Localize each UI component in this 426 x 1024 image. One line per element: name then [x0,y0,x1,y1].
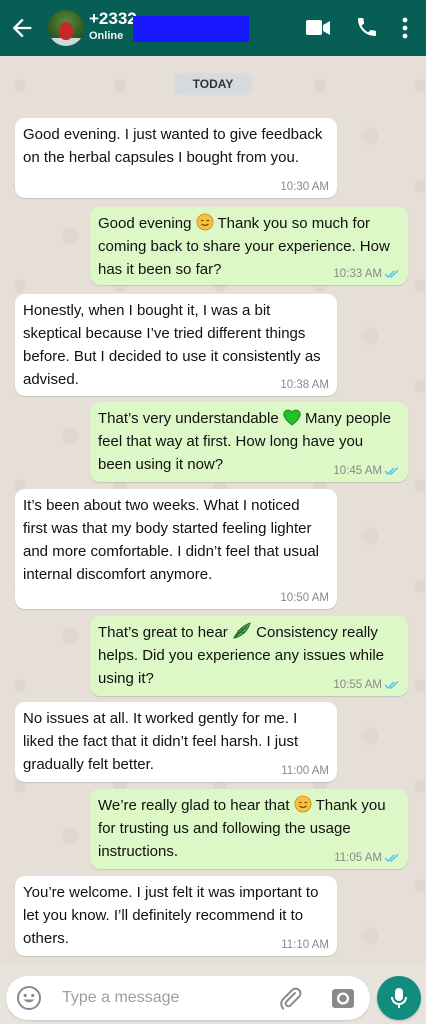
message-time: 10:30 AM [280,181,329,193]
phone-call-icon[interactable] [355,15,379,39]
message-input[interactable] [62,985,252,1011]
message-composer [6,976,370,1020]
message-time: 11:10 AM [281,939,329,951]
message-time: 10:50 AM [280,592,329,604]
mic-button[interactable] [377,976,421,1020]
message-time: 11:05 AM [334,852,382,864]
message-text: It’s been about two weeks. What I notice… [23,497,320,583]
redaction-box [133,16,249,42]
message-incoming[interactable]: It’s been about two weeks. What I notice… [15,489,337,609]
herb-icon [233,622,251,639]
contact-name: +2332 [89,9,137,28]
message-text: You’re welcome. I just felt it was impor… [23,884,319,947]
message-time: 10:38 AM [280,379,329,391]
smiling-face-icon [196,213,213,231]
chat-area[interactable]: TODAY Good evening. I just wanted to giv… [0,56,426,964]
message-incoming[interactable]: You’re welcome. I just felt it was impor… [15,876,337,956]
read-receipt-icon [384,680,399,690]
contact-info[interactable]: +2332 Online [89,9,137,43]
message-outgoing[interactable]: We’re really glad to hear that Thank you… [90,789,408,869]
camera-icon[interactable] [330,985,356,1011]
message-time: 10:45 AM [333,465,382,477]
message-outgoing[interactable]: That’s very understandable Many people f… [90,402,408,482]
message-text: We’re really glad to hear that [98,797,290,814]
message-time: 11:00 AM [281,765,329,777]
date-chip: TODAY [174,73,252,95]
green-heart-icon [283,409,301,426]
message-incoming[interactable]: Honestly, when I bought it, I was a bit … [15,294,337,396]
back-arrow-icon[interactable] [8,14,36,42]
microphone-icon [391,988,407,1008]
avatar[interactable] [48,10,84,46]
read-receipt-icon [384,466,399,476]
more-options-icon[interactable] [401,16,409,40]
smiling-face-icon [294,795,312,813]
message-incoming[interactable]: No issues at all. It worked gently for m… [15,702,337,782]
message-text: Good evening [98,215,192,232]
message-text: No issues at all. It worked gently for m… [23,710,299,773]
message-time: 10:55 AM [333,679,382,691]
message-text: That’s great to hear [98,624,228,641]
video-call-icon[interactable] [305,17,331,39]
read-receipt-icon [384,853,399,863]
message-time: 10:33 AM [333,268,382,280]
message-incoming[interactable]: Good evening. I just wanted to give feed… [15,118,337,198]
attach-icon[interactable] [276,984,304,1012]
chat-header: +2332 Online [0,0,426,56]
contact-status: Online [89,30,124,42]
message-outgoing[interactable]: That’s great to hear Consistency really … [90,616,408,696]
message-outgoing[interactable]: Good evening Thank you so much for comin… [90,207,408,285]
message-text: Good evening. I just wanted to give feed… [23,126,323,166]
message-text: Honestly, when I bought it, I was a bit … [23,302,321,388]
message-text: That’s very understandable [98,410,279,427]
emoji-icon[interactable] [16,985,42,1011]
read-receipt-icon [384,269,399,279]
